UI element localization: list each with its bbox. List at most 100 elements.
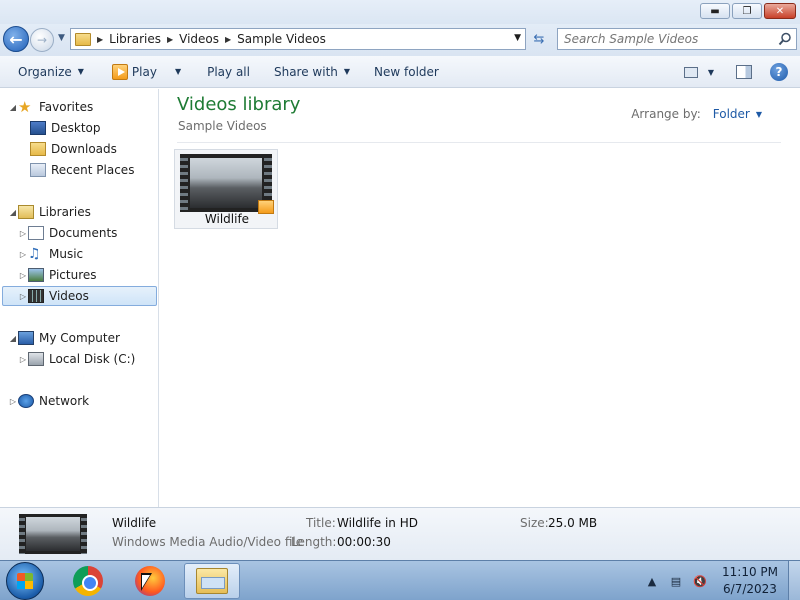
nav-label: Videos	[49, 289, 89, 303]
toolbar-right: ▼ ?	[680, 56, 800, 88]
nav-item-pictures[interactable]: ▷ Pictures	[18, 265, 97, 285]
details-file-name: Wildlife	[112, 516, 157, 530]
nav-label: Recent Places	[51, 163, 135, 177]
refresh-button[interactable]: ⇆	[528, 28, 550, 50]
nav-item-recent-places[interactable]: Recent Places	[28, 160, 134, 180]
play-icon	[111, 63, 128, 80]
nav-label: Favorites	[39, 100, 94, 114]
close-button[interactable]: ✕	[764, 3, 796, 19]
address-dropdown-icon[interactable]: ▼	[514, 33, 521, 43]
share-with-label: Share with	[273, 64, 338, 79]
nav-item-downloads[interactable]: Downloads	[28, 139, 117, 159]
change-view-icon[interactable]	[683, 66, 698, 78]
nav-item-libraries[interactable]: ◢ Libraries	[8, 202, 91, 222]
video-thumbnail	[180, 154, 274, 214]
nav-label: My Computer	[39, 331, 120, 345]
nav-label: Music	[49, 247, 84, 261]
expanded-arrow-icon[interactable]: ◢	[8, 103, 18, 112]
chevron-down-icon[interactable]: ▼	[708, 68, 714, 77]
chevron-right-icon[interactable]: ▶	[167, 35, 173, 44]
arrange-by-dropdown[interactable]: Folder	[713, 107, 750, 121]
collapsed-arrow-icon[interactable]: ▷	[18, 271, 28, 280]
breadcrumb-segment: ▶ Videos	[167, 32, 219, 46]
thumbnail-image	[190, 158, 262, 208]
hard-disk-icon	[28, 352, 44, 366]
library-subtitle: Sample Videos	[178, 119, 267, 133]
play-all-label: Play all	[207, 64, 250, 79]
file-item-wildlife[interactable]: Wildlife	[174, 149, 278, 229]
expanded-arrow-icon[interactable]: ◢	[8, 334, 18, 343]
preview-pane-icon[interactable]	[736, 65, 752, 79]
forward-button[interactable]: →	[30, 28, 54, 52]
play-button[interactable]: Play	[104, 60, 165, 84]
chevron-right-icon[interactable]: ▶	[97, 35, 103, 44]
mouse-cursor-icon	[141, 573, 152, 591]
details-title-value[interactable]: Wildlife in HD	[337, 516, 418, 530]
organize-menu[interactable]: Organize ▼	[10, 60, 92, 84]
breadcrumb-sample-videos[interactable]: Sample Videos	[237, 32, 326, 46]
nav-item-music[interactable]: ▷ ♫ Music	[18, 244, 83, 264]
taskbar: ▲ ▤ 🔇 11:10 PM 6/7/2023	[0, 560, 800, 600]
downloads-folder-icon	[30, 142, 46, 156]
collapsed-arrow-icon[interactable]: ▷	[18, 292, 28, 301]
nav-item-network[interactable]: ▷ Network	[8, 391, 89, 411]
nav-item-desktop[interactable]: Desktop	[28, 118, 101, 138]
share-with-menu[interactable]: Share with ▼	[266, 60, 358, 84]
nav-item-documents[interactable]: ▷ Documents	[18, 223, 117, 243]
collapsed-arrow-icon[interactable]: ▷	[8, 397, 18, 406]
thumbnail-image	[26, 517, 80, 551]
organize-label: Organize	[18, 64, 72, 79]
show-hidden-icons-icon[interactable]: ▲	[642, 571, 662, 591]
search-icon[interactable]	[778, 32, 792, 46]
chevron-right-icon[interactable]: ▶	[225, 35, 231, 44]
nav-item-videos[interactable]: ▷ Videos	[2, 286, 157, 306]
minimize-button[interactable]: ▬	[700, 3, 730, 19]
nav-label: Libraries	[39, 205, 91, 219]
search-box[interactable]	[557, 28, 797, 50]
nav-item-local-disk[interactable]: ▷ Local Disk (C:)	[18, 349, 135, 369]
command-bar: Organize ▼ Play ▼ Play all Share with ▼ …	[0, 56, 800, 88]
expanded-arrow-icon[interactable]: ◢	[8, 208, 18, 217]
chevron-down-icon: ▼	[343, 67, 351, 76]
chevron-down-icon[interactable]: ▼	[756, 110, 762, 119]
show-desktop-button[interactable]	[788, 561, 800, 600]
search-input[interactable]	[564, 31, 764, 47]
help-icon[interactable]: ?	[770, 63, 788, 81]
collapsed-arrow-icon[interactable]: ▷	[18, 229, 28, 238]
breadcrumb: ▶ Libraries	[97, 32, 161, 46]
start-button[interactable]	[6, 562, 44, 600]
play-all-button[interactable]: Play all	[199, 60, 258, 84]
network-status-icon[interactable]: ▤	[666, 571, 686, 591]
nav-item-my-computer[interactable]: ◢ My Computer	[8, 328, 120, 348]
breadcrumb-videos[interactable]: Videos	[179, 32, 219, 46]
file-list-pane: Videos library Sample Videos Arrange by:…	[160, 89, 800, 507]
volume-muted-icon[interactable]: 🔇	[690, 571, 710, 591]
nav-label: Network	[39, 394, 90, 408]
recent-pages-dropdown[interactable]: ▼	[58, 33, 65, 43]
recent-places-icon	[30, 163, 46, 177]
play-dropdown-button[interactable]: ▼	[165, 60, 185, 84]
nav-item-favorites[interactable]: ◢ ★ Favorites	[8, 97, 93, 117]
maximize-button[interactable]: ❐	[732, 3, 762, 19]
title-bar: ▬ ❐ ✕	[0, 0, 800, 24]
address-row: ← → ▼ ▶ Libraries ▶ Videos ▶ Sample Vide…	[0, 24, 800, 56]
play-label: Play	[131, 64, 157, 79]
taskbar-chrome[interactable]	[60, 563, 116, 599]
desktop-icon	[30, 121, 46, 135]
collapsed-arrow-icon[interactable]: ▷	[18, 355, 28, 364]
file-name: Wildlife	[204, 212, 250, 226]
breadcrumb-libraries[interactable]: Libraries	[109, 32, 161, 46]
computer-icon	[18, 331, 34, 345]
address-bar[interactable]: ▶ Libraries ▶ Videos ▶ Sample Videos ▼	[70, 28, 526, 50]
collapsed-arrow-icon[interactable]: ▷	[18, 250, 28, 259]
back-button[interactable]: ←	[3, 26, 29, 52]
details-size-value: 25.0 MB	[548, 516, 598, 530]
film-strip	[81, 514, 87, 554]
navigation-pane: ◢ ★ Favorites Desktop Downloads Recent P…	[0, 89, 159, 507]
clock[interactable]: 11:10 PM 6/7/2023	[712, 564, 788, 598]
taskbar-windows-explorer[interactable]	[184, 563, 240, 599]
new-folder-button[interactable]: New folder	[366, 60, 447, 84]
divider	[177, 142, 781, 143]
chrome-icon	[73, 566, 103, 596]
music-icon: ♫	[28, 246, 41, 262]
